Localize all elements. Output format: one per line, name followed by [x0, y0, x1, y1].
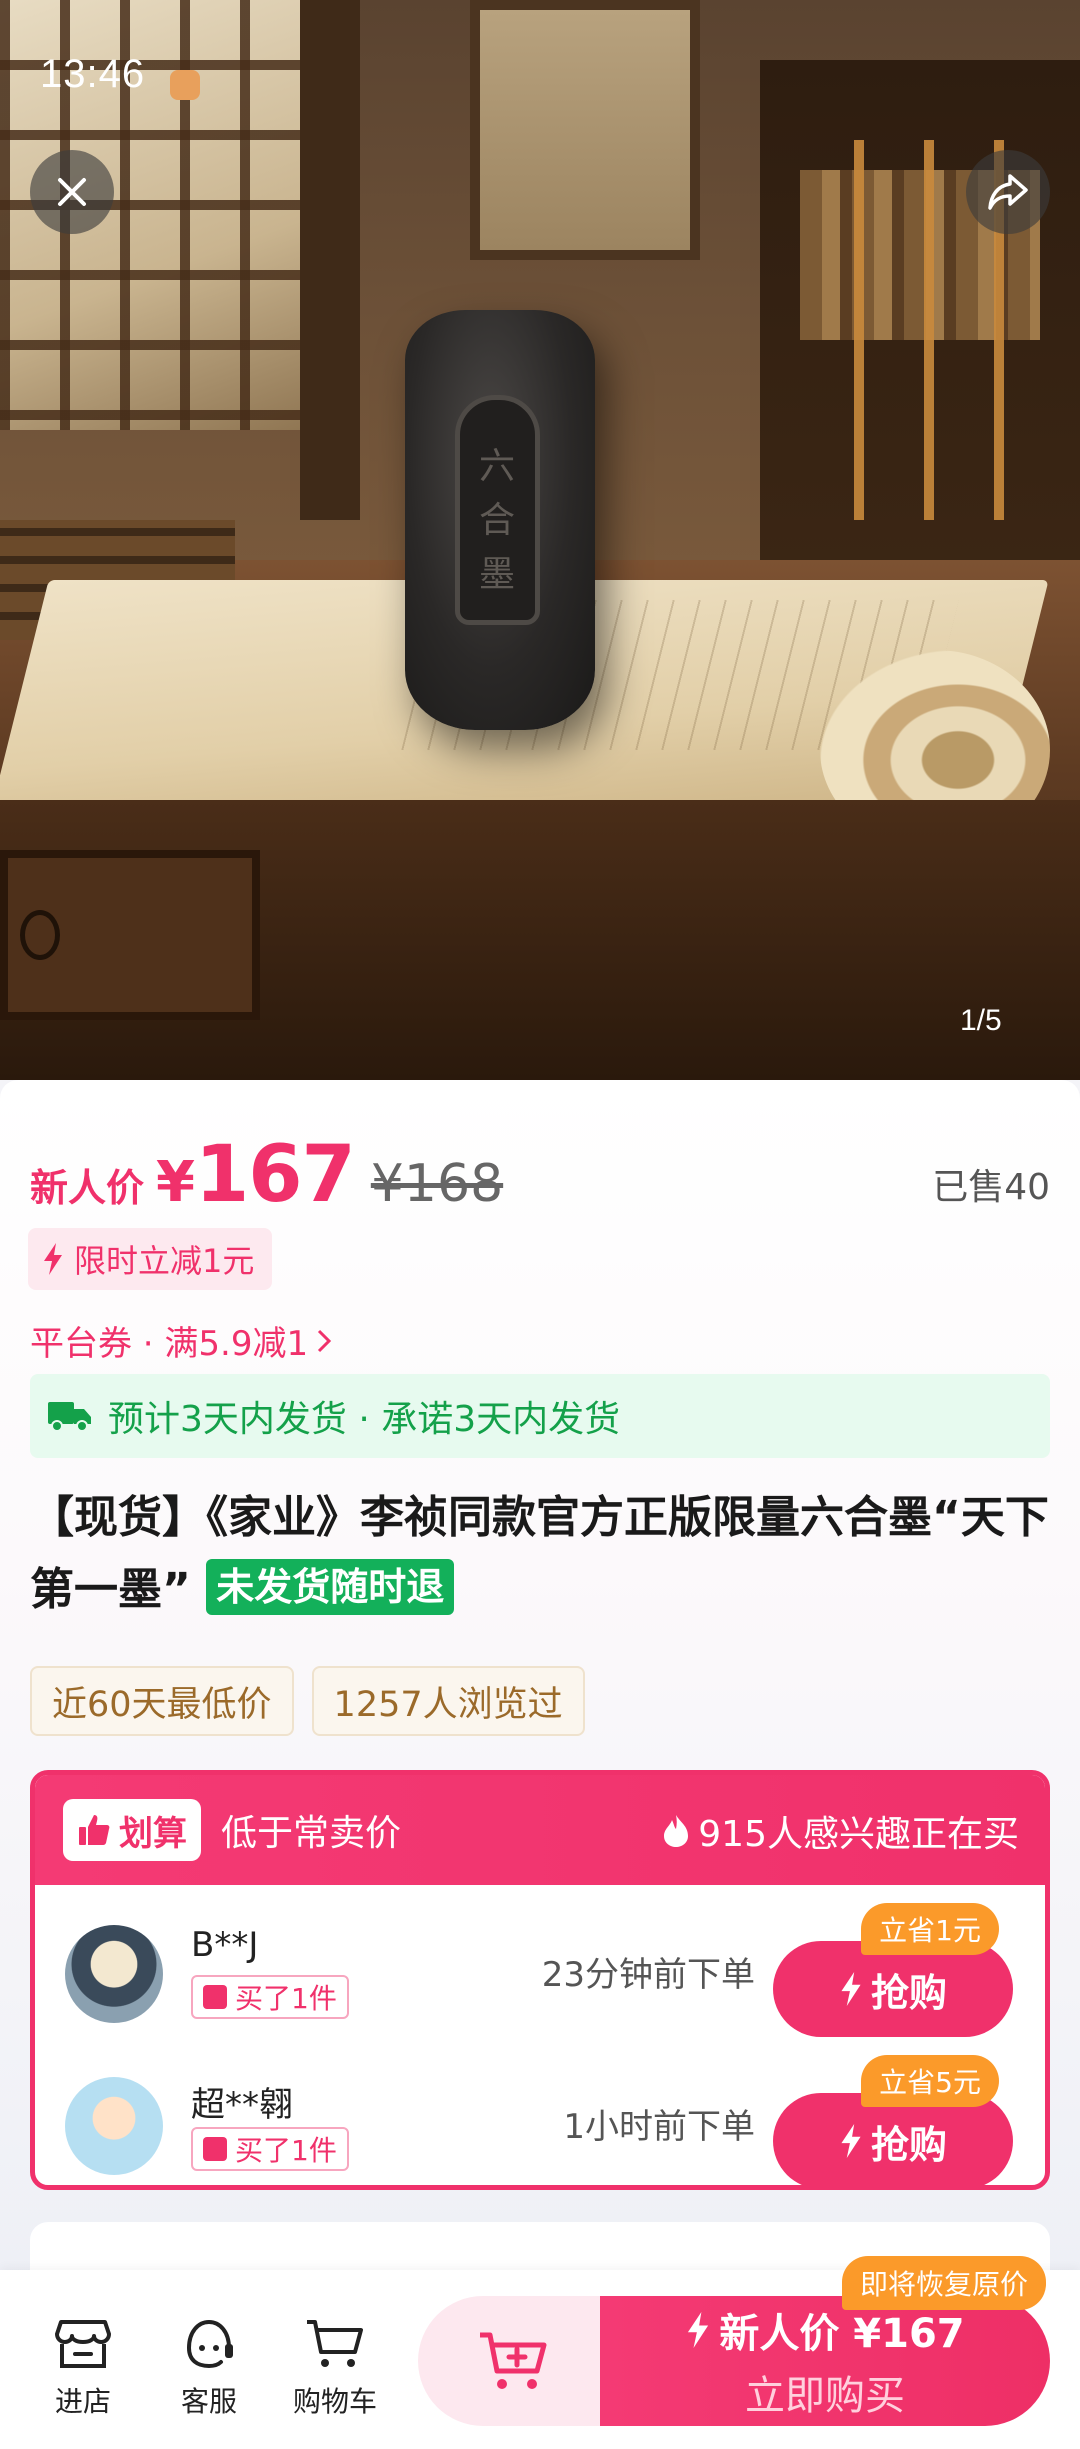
views-badge: 1257人浏览过	[311, 1666, 585, 1736]
buy-label: 立即购买	[745, 2373, 905, 2419]
shipping-banner: 预计3天内发货 · 承诺3天内发货	[30, 1374, 1050, 1458]
cart-label: 购物车	[292, 2385, 377, 2418]
share-button[interactable]	[966, 150, 1050, 234]
restore-price-tag: 即将恢复原价	[842, 2256, 1047, 2310]
lightning-icon	[841, 2124, 861, 2158]
avatar	[65, 2077, 163, 2175]
close-button[interactable]	[30, 150, 114, 234]
refund-badge: 未发货随时退	[206, 1559, 455, 1615]
grab-button-label: 抢购	[870, 1970, 947, 2015]
status-time: 13:46	[40, 52, 146, 96]
drawer-handle	[20, 910, 60, 960]
store-icon	[55, 2320, 111, 2368]
customer-service-button[interactable]: 客服	[154, 2318, 264, 2420]
shop-button[interactable]: 进店	[28, 2318, 138, 2420]
avatar	[65, 1925, 163, 2023]
bought-text: 买了1件	[235, 1982, 337, 2015]
cart-button[interactable]: 购物车	[280, 2318, 390, 2420]
deal-hot: 915人感兴趣正在买	[662, 1805, 1019, 1857]
image-counter: 1/5	[960, 1004, 1002, 1037]
grab-button[interactable]: 抢购	[773, 1941, 1013, 2037]
save-tag: 立省5元	[861, 2055, 999, 2107]
deal-chip-label: 划算	[119, 1813, 187, 1854]
add-to-cart-button[interactable]	[418, 2296, 608, 2426]
add-cart-icon	[480, 2332, 547, 2389]
service-label: 客服	[180, 2385, 237, 2418]
grab-button[interactable]: 抢购	[773, 2093, 1013, 2185]
thumbs-up-icon	[79, 1815, 110, 1845]
order-time: 23分钟前下单	[541, 1955, 755, 1995]
grab-button-label: 抢购	[870, 2122, 947, 2167]
bag-icon	[203, 2137, 227, 2161]
buyer-name: 超**翱	[191, 2085, 293, 2125]
deal-hot-text: 915人感兴趣正在买	[698, 1814, 1019, 1855]
price-label: 新人价	[30, 1166, 145, 1210]
deal-box: 划算 低于常卖价 915人感兴趣正在买 B**J 买了1件 23分钟前下单 抢购…	[30, 1770, 1050, 2190]
badge-row: 近60天最低价 1257人浏览过	[30, 1666, 585, 1736]
deal-subtitle: 低于常卖价	[221, 1813, 402, 1854]
coupon-row[interactable]: 平台券 · 满5.9减1	[30, 1316, 332, 1365]
lightning-icon	[841, 1972, 861, 2006]
ink-inscription: 六合墨	[478, 446, 515, 595]
product-title: 【现货】《家业》李祯同款官方正版限量六合墨“天下第一墨” 未发货随时退	[30, 1482, 1050, 1626]
hanging-scroll	[470, 0, 700, 260]
bought-text: 买了1件	[235, 2134, 337, 2167]
price-value: 167	[194, 1130, 356, 1220]
lightning-icon	[688, 2312, 709, 2348]
promo-tag: 限时立减1元	[28, 1228, 273, 1290]
sold-count: 已售40	[932, 1167, 1050, 1208]
truck-icon	[48, 1402, 91, 1432]
notification-icon	[170, 70, 200, 100]
bought-tag: 买了1件	[191, 2127, 349, 2171]
product-image-gallery[interactable]: 六合墨	[0, 0, 1080, 1080]
bag-icon	[203, 1985, 227, 2009]
save-tag: 立省1元	[861, 1903, 999, 1955]
price-currency: ¥	[156, 1150, 195, 1215]
product-title-text: 【现货】《家业》李祯同款官方正版限量六合墨“天下第一墨”	[30, 1492, 1049, 1615]
window-frame	[300, 0, 360, 520]
shipping-text: 预计3天内发货 · 承诺3天内发货	[108, 1399, 621, 1440]
coupon-text: 平台券 · 满5.9减1	[30, 1324, 309, 1364]
buyer-name: B**J	[191, 1925, 259, 1965]
shop-label: 进店	[54, 2385, 111, 2418]
price-row: 新人价 ¥ 167 ¥168	[30, 1130, 503, 1220]
fire-icon	[664, 1815, 689, 1847]
deal-chip: 划算	[63, 1799, 201, 1861]
chevron-right-icon	[318, 1329, 332, 1352]
bought-tag: 买了1件	[191, 1975, 349, 2019]
buyer-row: 超**翱 买了1件 1小时前下单 抢购 立省5元	[35, 2047, 1045, 2185]
lightning-icon	[44, 1243, 62, 1275]
share-icon	[988, 174, 1028, 210]
headset-icon	[187, 2319, 233, 2369]
buy-now-button[interactable]: 新人价 ¥167 立即购买	[600, 2296, 1050, 2426]
original-price: ¥168	[370, 1154, 504, 1214]
order-time: 1小时前下单	[563, 2107, 755, 2147]
buyer-row: B**J 买了1件 23分钟前下单 抢购 立省1元	[35, 1895, 1045, 2045]
lowest-price-badge: 近60天最低价	[30, 1666, 294, 1736]
close-icon	[58, 178, 86, 206]
promo-text: 限时立减1元	[74, 1242, 255, 1280]
cart-icon	[307, 2320, 363, 2367]
